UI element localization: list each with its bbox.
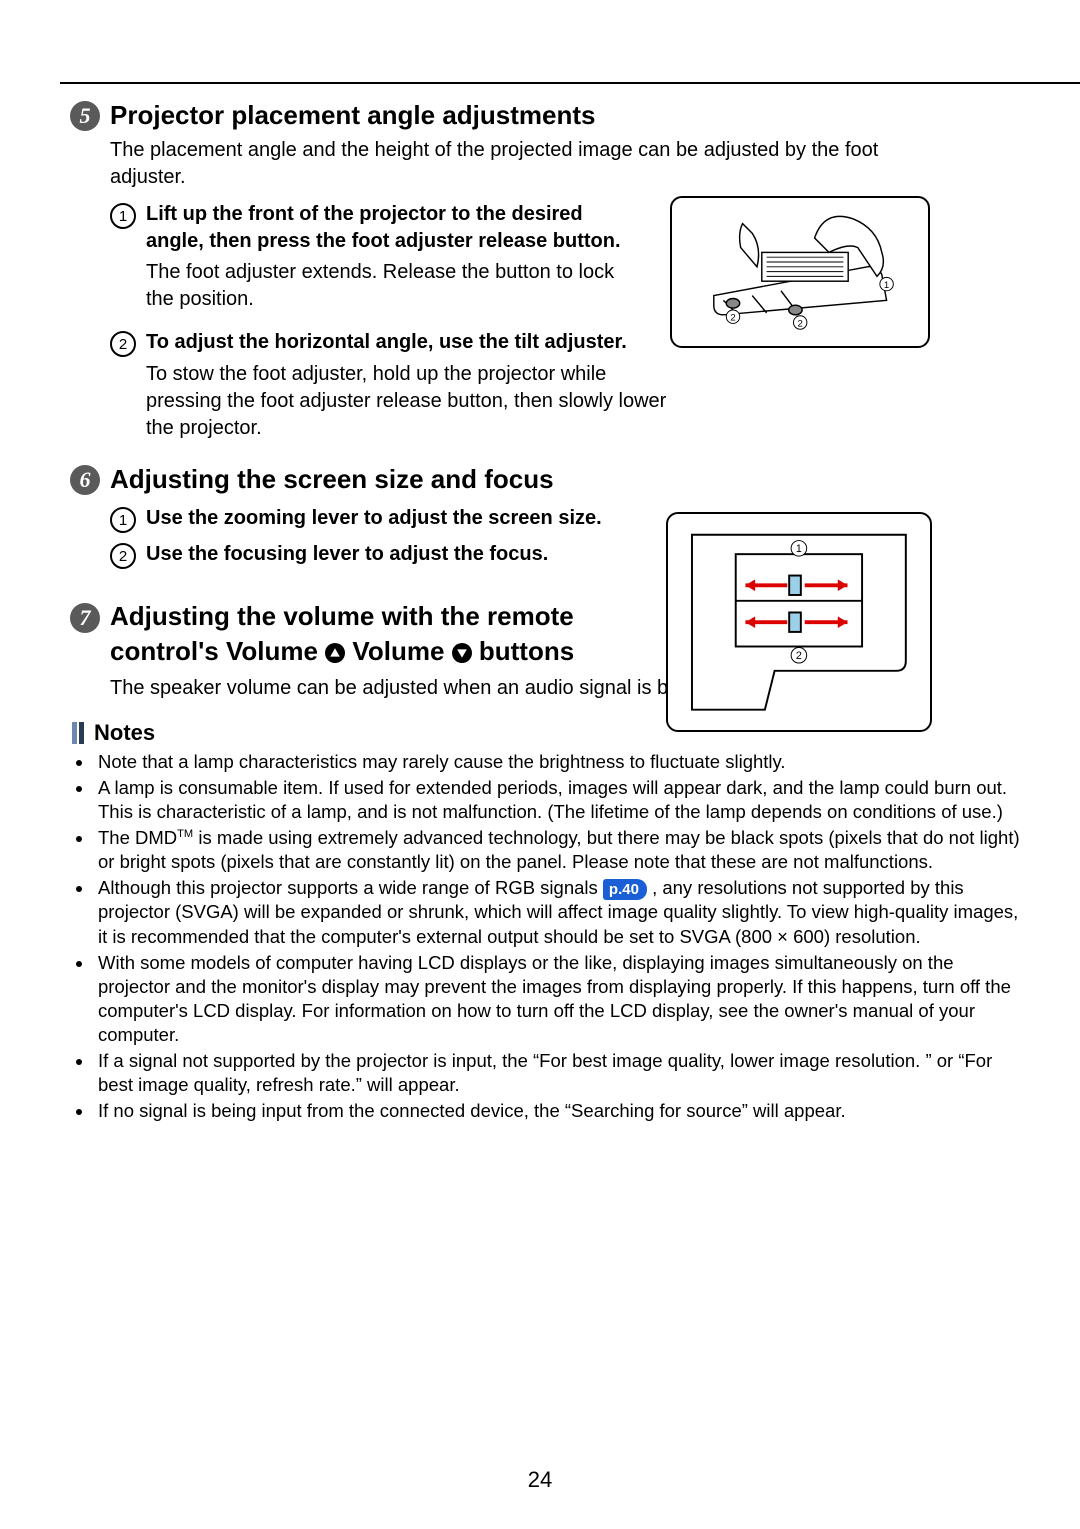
notes-list: Note that a lamp characteristics may rar…	[60, 750, 1020, 1123]
volume-up-icon	[325, 643, 345, 663]
tm-mark: TM	[177, 828, 193, 840]
sec7-title-part-c: buttons	[479, 636, 574, 666]
sec5-step2-title: To adjust the horizontal angle, use the …	[146, 329, 627, 357]
manual-page: 1 2 2 1 2	[0, 0, 1080, 1529]
sec7-title-part-b: Volume	[352, 636, 451, 666]
svg-text:2: 2	[797, 319, 802, 330]
step-number-1: 1	[110, 203, 136, 229]
note-item: A lamp is consumable item. If used for e…	[94, 776, 1020, 824]
page-number: 24	[0, 1467, 1080, 1493]
svg-text:2: 2	[796, 650, 802, 662]
notes-icon	[70, 722, 86, 744]
section-number-badge: 5	[70, 101, 100, 131]
step-number-2: 2	[110, 331, 136, 357]
zoom-focus-illustration: 1 2	[681, 525, 917, 719]
step-number-1: 1	[110, 507, 136, 533]
figure-zoom-focus: 1 2	[666, 512, 932, 732]
note-item: Note that a lamp characteristics may rar…	[94, 750, 1020, 774]
note-item: With some models of computer having LCD …	[94, 951, 1020, 1047]
section-5-intro: The placement angle and the height of th…	[110, 137, 930, 191]
step-number-2: 2	[110, 543, 136, 569]
sec6-step2-title: Use the focusing lever to adjust the foc…	[146, 541, 548, 569]
projector-tilt-illustration: 1 2 2	[685, 205, 915, 338]
section-7-title: Adjusting the volume with the remote con…	[110, 599, 670, 669]
sec6-step1-title: Use the zooming lever to adjust the scre…	[146, 505, 602, 533]
note-item: If no signal is being input from the con…	[94, 1099, 1020, 1123]
section-6-title: Adjusting the screen size and focus	[110, 464, 554, 495]
note-item: If a signal not supported by the project…	[94, 1049, 1020, 1097]
note-dmd-b: is made using extremely advanced technol…	[98, 827, 1020, 872]
section-number-badge: 6	[70, 465, 100, 495]
note-dmd-a: The DMD	[98, 827, 177, 848]
notes-title: Notes	[94, 720, 155, 746]
section-5-title: Projector placement angle adjustments	[110, 100, 595, 131]
note-item: The DMDTM is made using extremely advanc…	[94, 826, 1020, 874]
sec5-step2-desc: To stow the foot adjuster, hold up the p…	[146, 361, 676, 442]
svg-text:2: 2	[730, 313, 735, 324]
note-rgb-a: Although this projector supports a wide …	[98, 877, 603, 898]
note-item: Although this projector supports a wide …	[94, 876, 1020, 948]
section-number-badge: 7	[70, 603, 100, 633]
sec5-step1-title: Lift up the front of the projector to th…	[146, 201, 640, 255]
header-rule	[60, 82, 1080, 84]
figure-projector-tilt: 1 2 2	[670, 196, 930, 348]
svg-text:1: 1	[796, 543, 802, 555]
volume-down-icon	[452, 643, 472, 663]
page-reference-link[interactable]: p.40	[603, 879, 647, 901]
sec5-step1-desc: The foot adjuster extends. Release the b…	[146, 259, 626, 313]
svg-text:1: 1	[884, 280, 889, 291]
